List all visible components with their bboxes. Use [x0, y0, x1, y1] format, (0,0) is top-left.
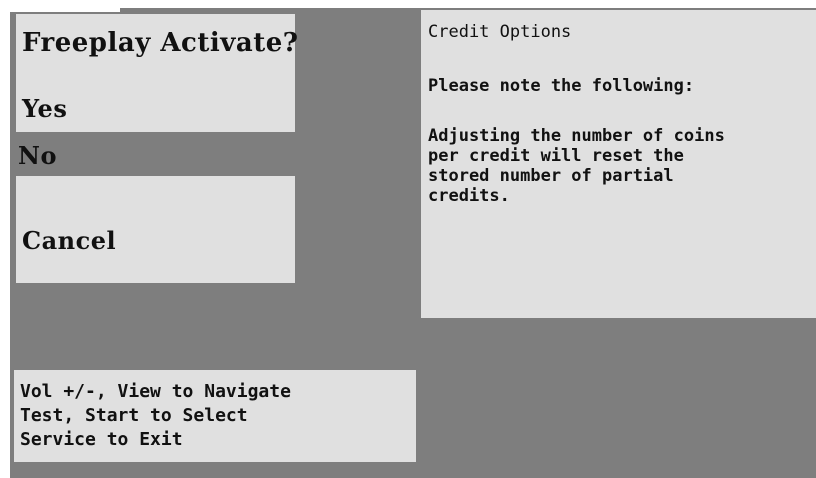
- help-text: Vol +/-, View to Navigate Test, Start to…: [20, 380, 291, 452]
- info-body: Adjusting the number of coins per credit…: [428, 126, 725, 206]
- menu-item-no[interactable]: No: [18, 141, 57, 170]
- screen-edge-top: [0, 0, 120, 12]
- help-line-select: Test, Start to Select: [20, 405, 248, 426]
- service-menu-screen: Freeplay Activate? Yes No Cancel Credit …: [0, 0, 816, 478]
- menu-title: Freeplay Activate?: [22, 28, 299, 58]
- info-title: Credit Options: [428, 22, 572, 42]
- help-line-navigate: Vol +/-, View to Navigate: [20, 381, 291, 402]
- menu-selection-highlight: [16, 133, 295, 175]
- info-body-line: per credit will reset the: [428, 146, 684, 166]
- info-body-line: Adjusting the number of coins: [428, 126, 725, 146]
- info-body-line: credits.: [428, 186, 510, 206]
- screen-edge: [0, 0, 10, 478]
- info-note: Please note the following:: [428, 76, 695, 96]
- info-body-line: stored number of partial: [428, 166, 674, 186]
- help-line-exit: Service to Exit: [20, 429, 183, 450]
- menu-item-cancel[interactable]: Cancel: [22, 226, 116, 255]
- menu-item-yes[interactable]: Yes: [22, 94, 67, 123]
